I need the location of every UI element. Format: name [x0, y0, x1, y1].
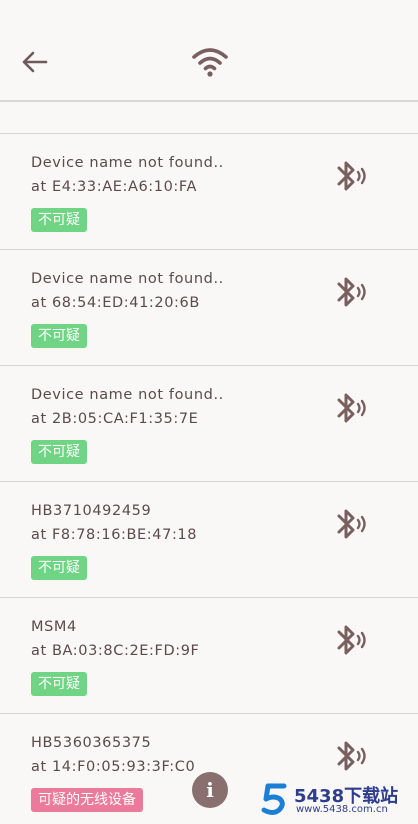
wifi-icon: [192, 48, 228, 77]
app-bar: [0, 22, 418, 100]
watermark: 5438下载站 www.5438.com.cn: [256, 780, 416, 820]
status-badge: 不可疑: [31, 208, 87, 232]
arrow-left-icon: [22, 51, 48, 73]
device-row[interactable]: Device name not found.. at 68:54:ED:41:20…: [0, 249, 418, 365]
bluetooth-audio-icon[interactable]: [331, 736, 371, 776]
header-divider: [0, 100, 418, 102]
device-address: at 2B:05:CA:F1:35:7E: [31, 411, 199, 427]
status-badge: 可疑的无线设备: [31, 788, 143, 812]
device-name: Device name not found..: [31, 155, 224, 171]
device-row[interactable]: Device name not found.. at E4:33:AE:A6:10…: [0, 133, 418, 249]
device-address: at 68:54:ED:41:20:6B: [31, 295, 200, 311]
status-badge: 不可疑: [31, 440, 87, 464]
device-scan-screen: Device name not found.. at E4:33:AE:A6:10…: [0, 0, 418, 824]
device-list: Device name not found.. at E4:33:AE:A6:10…: [0, 133, 418, 824]
device-address: at 14:F0:05:93:3F:C0: [31, 759, 196, 775]
status-bar: [0, 0, 418, 22]
watermark-url: www.5438.com.cn: [296, 804, 388, 815]
status-badge: 不可疑: [31, 556, 87, 580]
device-name: HB3710492459: [31, 503, 152, 519]
device-address: at BA:03:8C:2E:FD:9F: [31, 643, 200, 659]
device-name: MSM4: [31, 619, 77, 635]
status-badge: 不可疑: [31, 324, 87, 348]
bluetooth-audio-icon[interactable]: [331, 620, 371, 660]
device-name: Device name not found..: [31, 271, 224, 287]
device-name: Device name not found..: [31, 387, 224, 403]
bluetooth-audio-icon[interactable]: [331, 504, 371, 544]
bluetooth-audio-icon[interactable]: [331, 156, 371, 196]
device-row[interactable]: Device name not found.. at 2B:05:CA:F1:35…: [0, 365, 418, 481]
device-row[interactable]: MSM4 at BA:03:8C:2E:FD:9F 不可疑: [0, 597, 418, 713]
device-row[interactable]: HB3710492459 at F8:78:16:BE:47:18 不可疑: [0, 481, 418, 597]
device-address: at E4:33:AE:A6:10:FA: [31, 179, 198, 195]
info-icon: i: [206, 778, 214, 802]
status-badge: 不可疑: [31, 672, 87, 696]
device-name: HB5360365375: [31, 735, 152, 751]
bluetooth-audio-icon[interactable]: [331, 388, 371, 428]
watermark-logo-icon: [261, 783, 287, 815]
device-address: at F8:78:16:BE:47:18: [31, 527, 198, 543]
info-button[interactable]: i: [192, 772, 228, 808]
bluetooth-audio-icon[interactable]: [331, 272, 371, 312]
back-button[interactable]: [14, 42, 54, 82]
